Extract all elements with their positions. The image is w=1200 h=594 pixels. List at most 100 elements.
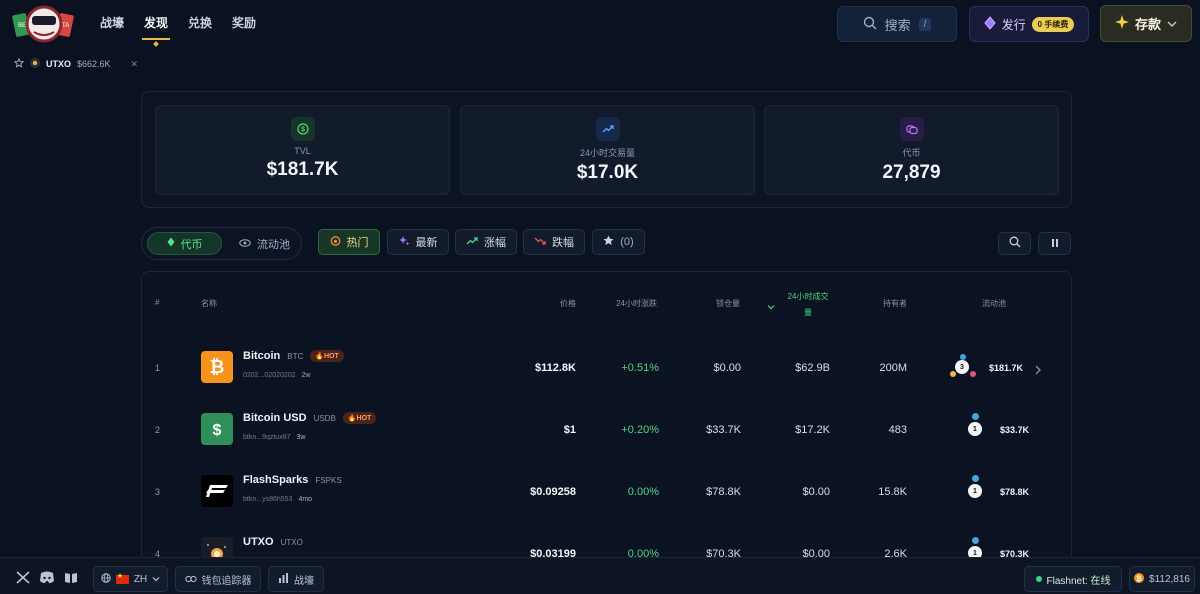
issue-token-button[interactable]: 发行 0 手续费 [969,6,1089,42]
token-volume: $17.2K [795,424,830,436]
header-name[interactable]: 名称 [201,298,217,309]
header-volume[interactable]: 24小时成交 量 [785,289,831,321]
star-outline-icon[interactable] [13,57,25,70]
token-volume: $62.9B [795,362,830,374]
token-address[interactable]: 0202...02020202 [243,372,296,379]
coins-icon [899,117,924,141]
filter-losers[interactable]: 跌幅 [523,229,585,255]
nav-discover[interactable]: 发现 [142,14,171,40]
header-price[interactable]: 价格 [522,298,576,309]
chevron-right-icon[interactable] [1034,362,1042,380]
table-search-button[interactable] [998,232,1031,255]
svg-text:BE: BE [18,23,26,29]
network-status[interactable]: Flashnet: 在线 [1024,566,1122,592]
token-address-line: 0202...02020202 2w [243,372,311,379]
filter-hot-label: 热门 [346,237,369,249]
token-name[interactable]: Bitcoin [243,350,280,362]
token-name[interactable]: Bitcoin USD [243,412,307,424]
token-name-group: FlashSparks FSPKS [243,474,342,486]
filter-gainers[interactable]: 涨幅 [455,229,517,255]
docs-book-icon[interactable] [64,571,78,584]
trenches-button[interactable]: 战壕 [268,566,324,592]
token-age: 2w [301,372,311,379]
search-button[interactable]: 搜索 / [837,6,957,42]
nav-rewards[interactable]: 奖励 [232,14,256,31]
filter-newest-label: 最新 [415,237,438,249]
top-nav-bar: BE TA 战壕 发现 兑换 奖励 搜索 / 发行 0 手续费 存款 [0,0,1200,50]
wallet-tracker-button[interactable]: 钱包追踪器 [175,566,261,592]
row-rank: 3 [155,487,161,497]
token-age: 3w [296,434,306,441]
deposit-button[interactable]: 存款 [1100,5,1192,42]
search-label: 搜索 [884,17,911,33]
tab-tokens[interactable]: 代币 [147,232,222,255]
token-volume: $0.00 [802,486,830,498]
token-change: 0.00% [627,486,659,498]
header-holders[interactable]: 持有者 [862,298,907,309]
token-locked: $33.7K [706,424,741,436]
table-row[interactable]: 2 $ Bitcoin USD USDB 🔥HOT btkn...9qztux8… [142,397,1071,459]
header-volume-line1: 24小时成交 [787,292,829,301]
token-locked: $78.8K [706,486,741,498]
pool-value: $181.7K [989,363,1024,373]
pool-dot [950,371,956,377]
token-address-line: btkn...9qztux87 3w [243,434,305,441]
app-logo[interactable]: BE TA [12,2,76,46]
table-row[interactable]: 3 FlashSparks FSPKS btkn...ys86h553 4mo $… [142,459,1071,521]
btc-price-display[interactable]: ₿ $112,816 [1129,566,1195,592]
header-change[interactable]: 24小时涨跌 [597,298,657,309]
token-ticker: USDB [313,413,336,423]
discord-icon[interactable] [39,571,55,584]
svg-text:₿: ₿ [1136,575,1142,583]
chevron-down-icon [152,574,160,585]
tab-pools[interactable]: 流动池 [232,232,297,255]
token-address[interactable]: btkn...9qztux87 [243,434,290,441]
nav-swap[interactable]: 兑换 [188,14,212,31]
svg-text:$: $ [213,422,222,439]
bitcoin-icon: ₿ [201,351,233,383]
filter-favorites[interactable]: (0) [592,229,645,255]
token-price: $0.09258 [530,486,576,498]
stats-panel: $ TVL $181.7K 24小时交易量 $17.0K 代币 27,879 [141,91,1072,208]
token-name[interactable]: FlashSparks [243,474,308,486]
token-price: $1 [563,424,576,436]
stat-tvl: $ TVL $181.7K [155,105,450,195]
row-rank: 1 [155,363,161,373]
token-address[interactable]: btkn...ys86h553 [243,496,292,503]
language-selector[interactable]: ZH [93,566,168,592]
token-ticker: FSPKS [315,475,342,485]
close-icon[interactable]: ✕ [131,59,139,70]
svg-text:TA: TA [62,23,69,29]
zero-fee-badge: 0 手续费 [1031,16,1075,32]
online-dot-icon [1035,576,1042,582]
header-pool[interactable]: 流动池 [982,298,1006,309]
pool-value: $33.7K [1000,425,1030,435]
network-status-label: Flashnet: 在线 [1046,575,1111,587]
filter-favorites-count: (0) [620,236,634,248]
table-row[interactable]: 1 ₿ Bitcoin BTC 🔥HOT 0202...02020202 2w $… [142,335,1071,397]
pool-dot [970,371,976,377]
language-code: ZH [133,573,148,585]
pinned-ticker[interactable]: UTXO $662.6K ✕ [13,57,139,70]
search-shortcut: / [918,17,932,31]
pool-dot [972,537,979,544]
token-locked: $0.00 [713,362,741,374]
pause-button[interactable] [1038,232,1071,255]
x-twitter-icon[interactable] [16,571,30,584]
btc-price: $112,816 [1149,573,1190,585]
sort-desc-icon[interactable] [767,298,775,316]
search-icon [1009,235,1021,253]
filter-gainers-label: 涨幅 [484,237,506,249]
token-name[interactable]: UTXO [243,536,274,548]
tab-pools-label: 流动池 [257,238,290,251]
filter-newest[interactable]: 最新 [387,229,449,255]
nav-trenches[interactable]: 战壕 [100,14,124,31]
header-locked[interactable]: 锁仓量 [682,298,740,309]
stat-value: $17.0K [576,162,639,183]
filter-hot[interactable]: 热门 [318,229,380,255]
bottom-status-bar: ZH 钱包追踪器 战壕 Flashnet: 在线 ₿ $112,816 [0,557,1200,594]
token-name-group: UTXO UTXO [243,536,303,548]
trenches-label: 战壕 [294,575,314,587]
hot-badge: 🔥HOT [310,350,344,362]
pool-dot [972,413,979,420]
